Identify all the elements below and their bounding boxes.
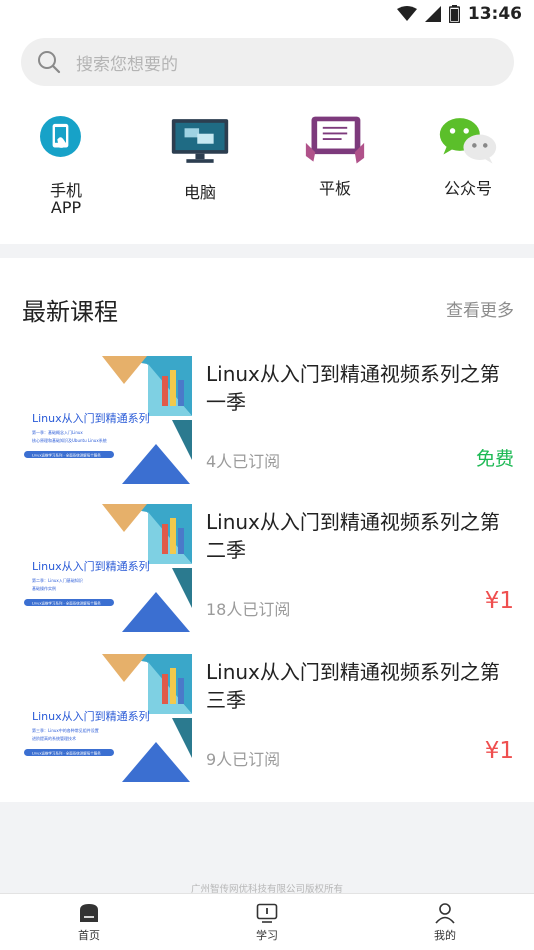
search-box[interactable]: 搜索您想要的 bbox=[21, 38, 514, 86]
home-icon bbox=[80, 904, 98, 922]
tab-label: 我的 bbox=[434, 929, 456, 942]
thumb-line: 第三季：Linux中的各种常见组件设置 bbox=[32, 727, 99, 733]
status-time: 13:46 bbox=[467, 4, 522, 24]
course-thumbnail: Linux从入门到精通系列 第二季：Linux入门基础知识 基础操作实例 Lin… bbox=[22, 504, 192, 632]
category-computer[interactable]: 电脑 bbox=[150, 114, 250, 201]
category-phone-app[interactable]: 手机 APP bbox=[16, 114, 116, 216]
bottom-tab-bar: 首页 学习 我的 bbox=[0, 893, 534, 950]
thumb-title: Linux从入门到精通系列 bbox=[32, 411, 150, 425]
course-thumbnail: Linux从入门到精通系列 第三季：Linux中的各种常见组件设置 进阶提高的系… bbox=[22, 654, 192, 782]
course-price: ¥1 bbox=[484, 738, 514, 764]
top-panel: 搜索您想要的 手机 APP 电脑 平板 公众号 bbox=[0, 28, 534, 244]
thumb-line: 基础操作实例 bbox=[32, 585, 56, 591]
category-wechat[interactable]: 公众号 bbox=[418, 114, 518, 197]
course-thumbnail: Linux从入门到精通系列 第一季：基础概念入门Linux 核心原理和基础知识及… bbox=[22, 356, 192, 484]
category-label: 电脑 bbox=[183, 183, 216, 202]
thumb-banner: Linux运维学习系列 · 全面系统讲解每个服务 bbox=[32, 453, 101, 458]
tab-label: 首页 bbox=[78, 929, 100, 942]
thumb-line: 核心原理和基础知识及Ubuntu Linux系统 bbox=[32, 437, 107, 443]
status-bar: 13:46 bbox=[0, 0, 534, 28]
tablet-icon bbox=[305, 116, 365, 164]
course-subscribers: 18人已订阅 bbox=[206, 600, 291, 619]
search-icon bbox=[38, 51, 61, 74]
battery-icon bbox=[448, 5, 460, 23]
course-subscribers: 4人已订阅 bbox=[206, 452, 281, 471]
wechat-icon bbox=[439, 118, 497, 164]
course-price: 免费 bbox=[475, 448, 514, 470]
desktop-computer-icon bbox=[171, 119, 229, 163]
category-label: 公众号 bbox=[443, 179, 492, 198]
thumb-line: 第二季：Linux入门基础知识 bbox=[32, 577, 83, 583]
search-input[interactable]: 搜索您想要的 bbox=[76, 50, 178, 75]
tab-label: 学习 bbox=[256, 929, 278, 942]
course-title[interactable]: Linux从入门到精通视频系列之第三季 bbox=[206, 658, 516, 714]
tab-home[interactable]: 首页 bbox=[49, 902, 129, 943]
category-label: 手机 APP bbox=[49, 181, 82, 217]
category-label: 平板 bbox=[318, 179, 351, 198]
course-item[interactable]: Linux从入门到精通系列 第二季：Linux入门基础知识 基础操作实例 Lin… bbox=[22, 504, 514, 634]
thumb-banner: Linux运维学习系列 · 全面系统讲解每个服务 bbox=[32, 601, 101, 606]
profile-icon bbox=[435, 903, 455, 924]
thumb-line: 进阶提高的系统管理技术 bbox=[32, 735, 76, 741]
course-title[interactable]: Linux从入门到精通视频系列之第一季 bbox=[206, 360, 516, 416]
course-subscribers: 9人已订阅 bbox=[206, 750, 281, 769]
tab-profile[interactable]: 我的 bbox=[405, 902, 485, 943]
course-title[interactable]: Linux从入门到精通视频系列之第二季 bbox=[206, 508, 516, 564]
section-title: 最新课程 bbox=[22, 298, 118, 326]
thumb-line: 第一季：基础概念入门Linux bbox=[32, 429, 83, 435]
view-more-link[interactable]: 查看更多 bbox=[446, 296, 514, 321]
thumb-title: Linux从入门到精通系列 bbox=[32, 559, 150, 573]
thumb-title: Linux从入门到精通系列 bbox=[32, 709, 150, 723]
study-icon bbox=[256, 903, 278, 923]
thumb-banner: Linux运维学习系列 · 全面系统讲解每个服务 bbox=[32, 751, 101, 756]
status-icons: 13:46 bbox=[396, 4, 522, 24]
signal-icon bbox=[424, 6, 441, 22]
category-tablet[interactable]: 平板 bbox=[285, 114, 385, 197]
latest-courses-panel: 最新课程 查看更多 Linux从入门到精通系列 第一季：基础概念入门Linux … bbox=[0, 258, 534, 802]
wifi-icon bbox=[396, 6, 417, 21]
tab-study[interactable]: 学习 bbox=[227, 902, 307, 943]
course-item[interactable]: Linux从入门到精通系列 第三季：Linux中的各种常见组件设置 进阶提高的系… bbox=[22, 654, 514, 784]
phone-app-icon bbox=[40, 116, 81, 157]
course-price: ¥1 bbox=[484, 588, 514, 614]
course-item[interactable]: Linux从入门到精通系列 第一季：基础概念入门Linux 核心原理和基础知识及… bbox=[22, 356, 514, 486]
